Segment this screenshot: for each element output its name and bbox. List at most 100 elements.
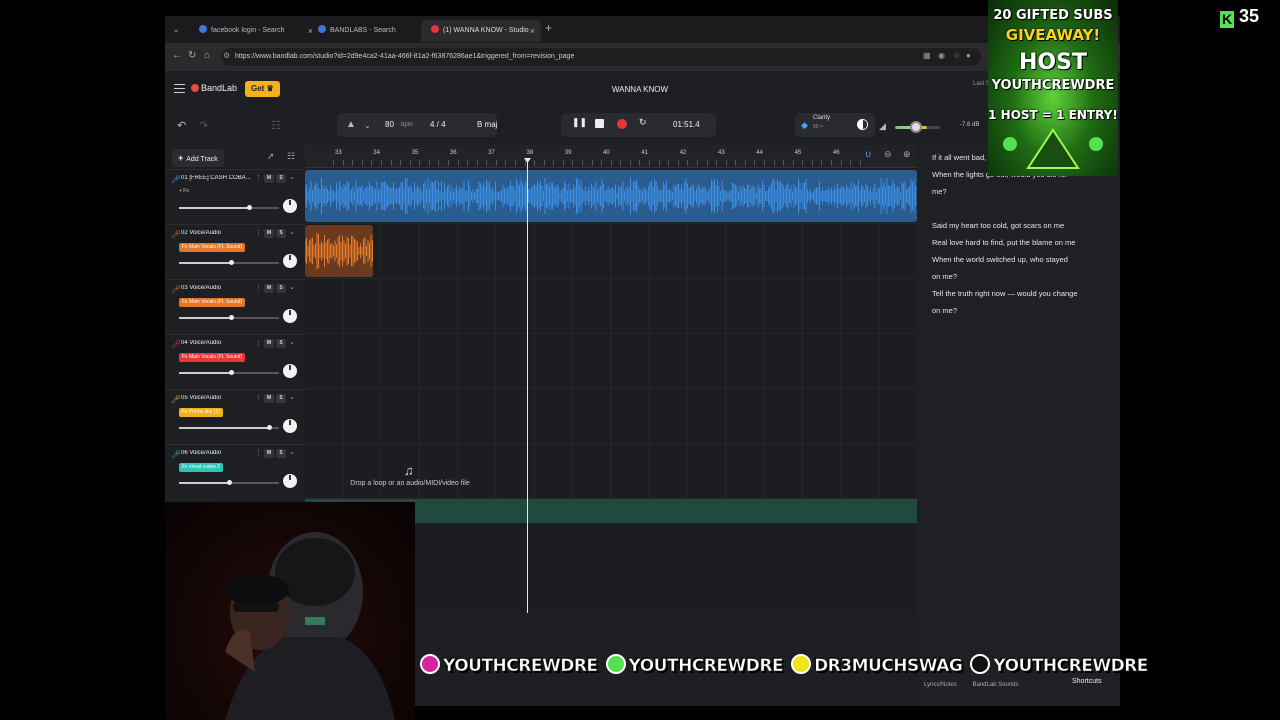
chevron-down-icon[interactable]: ⌄: [289, 338, 295, 346]
chevron-down-icon[interactable]: ⌄: [289, 448, 295, 456]
lyrics-panel[interactable]: If it all went bad, would you lie for me…: [917, 145, 1120, 706]
fx-chain-tag[interactable]: Fx Main Vocals (FL Sound): [179, 298, 246, 307]
new-tab-button[interactable]: +: [545, 21, 552, 35]
track-header[interactable]: 🎤︎ 01 [FREE] CASH COBA... ⋮ M S ⌄ + Fx: [165, 169, 305, 224]
more-icon[interactable]: ⋮: [255, 229, 262, 237]
chevron-down-icon[interactable]: ⌄: [364, 121, 371, 130]
star-icon[interactable]: ☆: [953, 51, 960, 60]
mute-button[interactable]: M: [264, 174, 274, 183]
stop-icon[interactable]: [595, 119, 604, 128]
solo-button[interactable]: S: [276, 284, 286, 293]
track-volume-slider[interactable]: [179, 425, 279, 430]
solo-button[interactable]: S: [276, 449, 286, 458]
slider-knob[interactable]: [229, 315, 234, 320]
time-signature[interactable]: 4 / 4: [430, 120, 446, 129]
clarity-toggle[interactable]: [857, 119, 868, 130]
mute-button[interactable]: M: [264, 339, 274, 348]
track-header[interactable]: 🎤︎ 04 Voice/Audio ⋮ M S ⌄ Fx Main Vocals (FL S…: [165, 334, 305, 389]
track-volume-slider[interactable]: [179, 370, 279, 375]
loop-icon[interactable]: ↻: [639, 117, 647, 128]
more-icon[interactable]: ⋮: [255, 174, 262, 182]
speaker-icon[interactable]: ◢: [879, 121, 886, 132]
undo-icon[interactable]: ↶: [177, 119, 186, 132]
pan-knob[interactable]: [283, 419, 297, 433]
track-volume-slider[interactable]: [179, 315, 279, 320]
track-lane[interactable]: [305, 444, 917, 499]
track-lane[interactable]: [305, 224, 917, 279]
pan-knob[interactable]: [283, 309, 297, 323]
chevron-down-icon[interactable]: ⌄: [289, 228, 295, 236]
mic-icon[interactable]: ●: [966, 51, 971, 60]
pan-knob[interactable]: [283, 474, 297, 488]
fx-chain-tag[interactable]: Fx cheat codes 2: [179, 463, 224, 472]
pan-knob[interactable]: [283, 364, 297, 378]
tab-facebook-search[interactable]: facebook login - Search ×: [189, 20, 319, 42]
more-icon[interactable]: ⋮: [255, 339, 262, 347]
tab-bandlabs-search[interactable]: BANDLABS - Search×: [308, 20, 438, 42]
more-icon[interactable]: ⋮: [255, 284, 262, 292]
track-header[interactable]: 🎤︎ 05 Voice/Audio ⋮ M S ⌄ Fx Phone libs (1): [165, 389, 305, 444]
track-header[interactable]: 🎤︎ 02 Voice/Audio ⋮ M S ⌄ Fx Main Vocals (FL S…: [165, 224, 305, 279]
song-title[interactable]: WANNA KNOW: [595, 85, 685, 94]
playhead[interactable]: [527, 159, 528, 613]
pan-knob[interactable]: [283, 254, 297, 268]
track-header[interactable]: 🎤︎ 06 Voice/Audio ⋮ M S ⌄ Fx cheat codes 2: [165, 444, 305, 499]
add-fx-button[interactable]: + Fx: [179, 188, 189, 194]
mute-button[interactable]: M: [264, 284, 274, 293]
track-lane[interactable]: [305, 279, 917, 334]
redo-icon[interactable]: ↷: [199, 119, 208, 132]
metronome-icon[interactable]: ▲: [346, 119, 356, 130]
tempo-value[interactable]: 80: [385, 120, 394, 129]
pause-icon[interactable]: ❚❚: [572, 117, 587, 128]
mixer-icon[interactable]: ☷: [287, 151, 295, 162]
back-icon[interactable]: ←: [172, 50, 182, 61]
refresh-icon[interactable]: ↻: [188, 50, 196, 61]
track-name[interactable]: 05 Voice/Audio: [181, 395, 253, 401]
add-track-button[interactable]: + Add Track: [172, 149, 224, 167]
mute-button[interactable]: M: [264, 394, 274, 403]
automation-icon[interactable]: ➚: [267, 151, 275, 162]
bandlab-logo[interactable]: BandLab: [191, 83, 237, 93]
get-membership-button[interactable]: Get ♛: [245, 81, 280, 97]
track-name[interactable]: 06 Voice/Audio: [181, 450, 253, 456]
translate-icon[interactable]: ◉: [938, 51, 945, 60]
solo-button[interactable]: S: [276, 174, 286, 183]
keyboard-icon[interactable]: ☷: [271, 119, 281, 132]
track-lane[interactable]: [305, 389, 917, 444]
solo-button[interactable]: S: [276, 339, 286, 348]
zoom-out-icon[interactable]: ⊖: [884, 149, 892, 160]
solo-button[interactable]: S: [276, 394, 286, 403]
track-volume-slider[interactable]: [179, 480, 279, 485]
audio-clip[interactable]: [305, 225, 373, 277]
close-icon[interactable]: ×: [530, 20, 535, 42]
slider-knob[interactable]: [227, 480, 232, 485]
track-lane[interactable]: [305, 334, 917, 389]
track-volume-slider[interactable]: [179, 205, 279, 210]
master-volume-knob[interactable]: [910, 121, 922, 133]
zoom-in-icon[interactable]: ⊕: [903, 149, 911, 160]
tab-search-icon[interactable]: ⌄: [169, 22, 183, 36]
key-signature[interactable]: B maj: [477, 120, 497, 129]
fx-chain-tag[interactable]: Fx Main Vocals (FL Sound): [179, 243, 246, 252]
slider-knob[interactable]: [229, 260, 234, 265]
record-icon[interactable]: [617, 119, 627, 129]
track-name[interactable]: 02 Voice/Audio: [181, 230, 253, 236]
track-name[interactable]: 01 [FREE] CASH COBA...: [181, 175, 253, 181]
mute-button[interactable]: M: [264, 229, 274, 238]
fx-chain-tag[interactable]: Fx Main Vocals (FL Sound): [179, 353, 246, 362]
slider-knob[interactable]: [229, 370, 234, 375]
home-icon[interactable]: ⌂: [204, 50, 210, 61]
reader-icon[interactable]: ▦: [923, 51, 931, 60]
more-icon[interactable]: ⋮: [255, 394, 262, 402]
audio-clip[interactable]: [305, 170, 917, 222]
magnet-icon[interactable]: ∪: [865, 149, 872, 160]
more-icon[interactable]: ⋮: [255, 449, 262, 457]
mute-button[interactable]: M: [264, 449, 274, 458]
solo-button[interactable]: S: [276, 229, 286, 238]
track-name[interactable]: 03 Voice/Audio: [181, 285, 253, 291]
menu-icon[interactable]: [174, 84, 185, 93]
slider-knob[interactable]: [267, 425, 272, 430]
timeline-ruler[interactable]: 33 34 35 36 37 38 39 40 41 42 43 44 45 46: [305, 145, 917, 168]
url-input[interactable]: https://www.bandlab.com/studio?id=2d9e4c…: [221, 48, 981, 66]
chevron-down-icon[interactable]: ⌄: [289, 173, 295, 181]
